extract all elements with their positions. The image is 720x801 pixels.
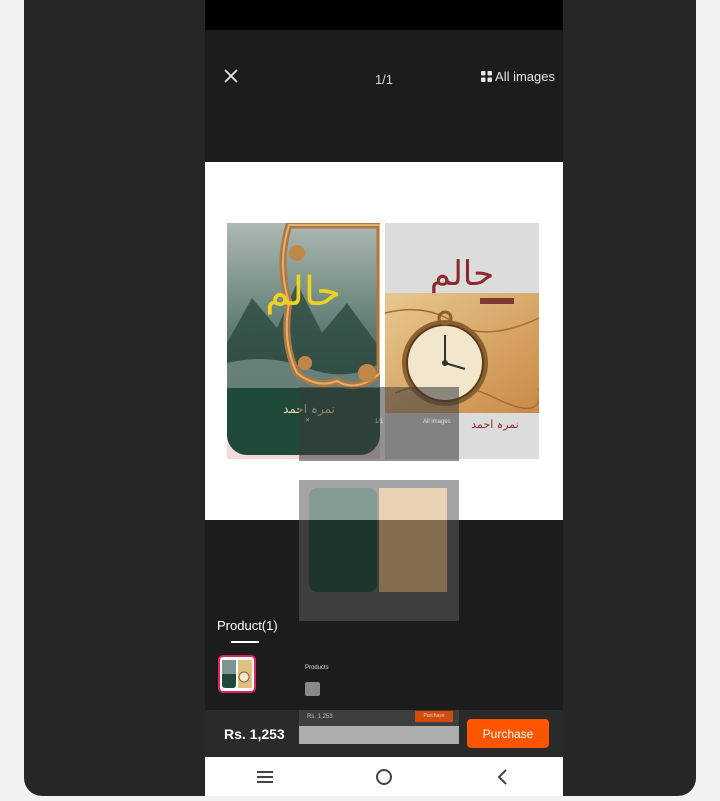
right-cover-title: حالم bbox=[430, 254, 494, 294]
tab-products[interactable]: Product(1) bbox=[217, 618, 278, 633]
ghost-price: Rs. 1,253 bbox=[307, 714, 333, 720]
left-cover-title: حالم bbox=[265, 269, 341, 315]
nav-home-button[interactable] bbox=[364, 762, 404, 792]
right-cover-author: نمرہ احمد bbox=[471, 418, 518, 431]
all-images-label: All images bbox=[495, 69, 555, 84]
purchase-button[interactable]: Purchase bbox=[467, 719, 549, 748]
ghost-tab-label: Products bbox=[305, 665, 329, 671]
ghost-purchase-button: Purchase bbox=[415, 711, 453, 722]
menu-icon bbox=[256, 770, 273, 783]
grid-icon bbox=[481, 71, 493, 82]
ghost-cover-preview bbox=[299, 480, 459, 621]
nav-menu-button[interactable] bbox=[245, 762, 285, 792]
system-nav-bar bbox=[205, 757, 563, 796]
product-thumbnail[interactable] bbox=[218, 655, 256, 693]
products-section: Product(1) Products bbox=[205, 608, 563, 708]
tab-underline bbox=[231, 641, 259, 643]
nav-back-button[interactable] bbox=[483, 762, 523, 792]
viewer-header: 1/1 All images bbox=[205, 30, 563, 130]
ghost-thumbnail bbox=[305, 682, 320, 696]
status-bar bbox=[205, 0, 563, 30]
ghost-all-images: All images bbox=[423, 419, 451, 425]
phone-screen: 1/1 All images حالم احمد حالم نمرہ احمد … bbox=[205, 0, 563, 796]
all-images-button[interactable]: All images bbox=[481, 69, 555, 84]
ghost-purchase-bar: Rs. 1,253 Purchase bbox=[299, 710, 459, 744]
device-frame: 1/1 All images حالم احمد حالم نمرہ احمد … bbox=[24, 0, 696, 796]
home-circle-icon bbox=[375, 768, 392, 785]
back-chevron-icon bbox=[497, 768, 508, 785]
ghost-counter: 1/1 bbox=[375, 419, 384, 425]
product-image[interactable]: حالم نمرہ احمد bbox=[205, 162, 563, 520]
price-label: Rs. 1,253 bbox=[224, 726, 285, 742]
ghost-viewer-header: ✕ 1/1 All images bbox=[299, 387, 459, 461]
purchase-bar: Rs. 1,253 Purchase Rs. 1,253 Purchase bbox=[205, 710, 563, 757]
